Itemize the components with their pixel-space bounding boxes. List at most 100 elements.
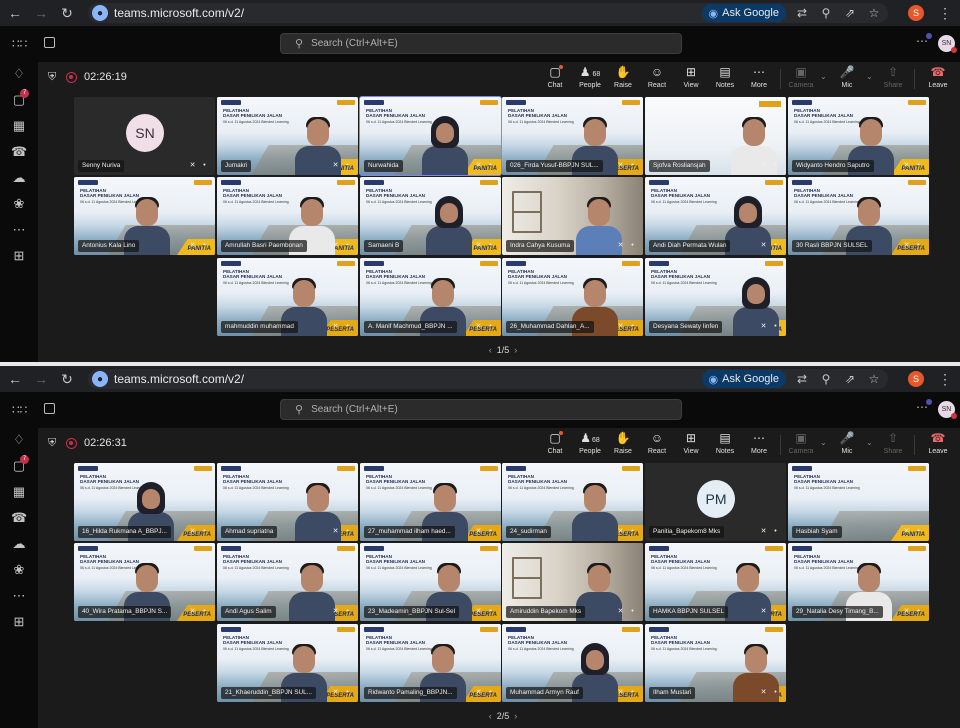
previous-page-icon[interactable]: ‹	[489, 345, 492, 355]
browser-menu-icon[interactable]: ⋮	[938, 371, 952, 388]
app-launcher-icon[interactable]: ∷∷	[12, 37, 27, 51]
participant-tile[interactable]: PELATIHAN DASAR PENILIKAN JALAN 06 s.d. 11…	[74, 463, 215, 541]
mic-button[interactable]: 🎤 Mic	[830, 431, 864, 459]
participant-tile[interactable]: SN Senny Nuriva ✕ •	[74, 97, 215, 175]
participant-tile[interactable]: PELATIHAN DASAR PENILIKAN JALAN 06 s.d. 11…	[217, 624, 358, 702]
ask-google-button[interactable]: ◉ Ask Google	[701, 370, 786, 388]
camera-options-chevron-icon[interactable]: ⌄	[820, 72, 827, 81]
back-icon[interactable]: ←	[4, 368, 26, 390]
more-options-icon[interactable]: •	[200, 161, 209, 171]
more-options-icon[interactable]: •	[343, 527, 352, 537]
view-button[interactable]: ⊞ View	[674, 65, 708, 93]
participant-tile[interactable]: PELATIHAN DASAR PENILIKAN JALAN 06 s.d. 11…	[217, 543, 358, 621]
more-options-icon[interactable]: •	[628, 688, 637, 698]
participant-tile[interactable]: PELATIHAN DASAR PENILIKAN JALAN 06 s.d. 11…	[360, 624, 501, 702]
previous-page-icon[interactable]: ‹	[489, 711, 492, 721]
notes-button[interactable]: ▤ Notes	[708, 431, 742, 459]
user-avatar[interactable]: SN	[938, 401, 957, 419]
view-button[interactable]: ⊞ View	[674, 431, 708, 459]
participant-tile[interactable]: PELATIHAN DASAR PENILIKAN JALAN 06 s.d. 11…	[359, 96, 502, 176]
mic-options-chevron-icon[interactable]: ⌄	[866, 72, 873, 81]
more-button[interactable]: ⋯ More	[742, 65, 776, 93]
leave-button[interactable]: ☎ Leave	[921, 431, 955, 459]
bookmark-star-icon[interactable]: ☆	[864, 369, 884, 389]
more-options-icon[interactable]: •	[486, 688, 495, 698]
participant-tile[interactable]: PELATIHAN DASAR PENILIKAN JALAN 06 s.d. 11…	[217, 97, 358, 175]
forward-icon[interactable]: →	[30, 2, 52, 24]
participant-tile[interactable]: PM Panitia_Bapekom8 Mks ✕ •	[645, 463, 786, 541]
reload-icon[interactable]: ↻	[56, 368, 78, 390]
participant-tile[interactable]: PELATIHAN DASAR PENILIKAN JALAN 06 s.d. 11…	[360, 463, 501, 541]
react-button[interactable]: ☺ React	[640, 65, 674, 93]
chat-button[interactable]: ▢ Chat	[538, 431, 572, 459]
more-options-icon[interactable]: •	[200, 241, 209, 251]
more-options-icon[interactable]: •	[343, 241, 352, 251]
raise-hand-button[interactable]: ✋ Raise	[606, 431, 640, 459]
participant-tile[interactable]: Amiruddin Bapekom Mks ✕ •	[502, 543, 643, 621]
next-page-icon[interactable]: ›	[514, 345, 517, 355]
back-icon[interactable]: ←	[4, 2, 26, 24]
calendar-icon[interactable]: ▦	[11, 118, 27, 134]
onedrive-cloud-icon[interactable]: ☁	[11, 170, 27, 186]
participant-tile[interactable]: PELATIHAN DASAR PENILIKAN JALAN 06 s.d. 11…	[645, 177, 786, 255]
camera-button[interactable]: ▣ Camera	[784, 65, 818, 93]
more-options-icon[interactable]: •	[486, 527, 495, 537]
site-info-icon[interactable]: ●	[92, 5, 108, 21]
more-options-icon[interactable]: •	[771, 322, 780, 332]
participant-tile[interactable]: PELATIHAN DASAR PENILIKAN JALAN 06 s.d. 11…	[788, 97, 929, 175]
more-options-icon[interactable]: •	[200, 607, 209, 617]
calls-icon[interactable]: ☎	[11, 144, 27, 160]
browser-profile-avatar[interactable]: S	[908, 371, 924, 387]
people-button[interactable]: ♟68 People	[573, 65, 607, 93]
more-options-icon[interactable]: •	[914, 161, 923, 171]
forward-icon[interactable]: →	[30, 368, 52, 390]
participant-tile[interactable]: PELATIHAN DASAR PENILIKAN JALAN 06 s.d. 11…	[502, 624, 643, 702]
participant-tile[interactable]: PELATIHAN DASAR PENILIKAN JALAN 06 s.d. 11…	[502, 463, 643, 541]
more-options-icon[interactable]: •	[628, 607, 637, 617]
participant-tile[interactable]: PELATIHAN DASAR PENILIKAN JALAN 06 s.d. 11…	[360, 543, 501, 621]
camera-button[interactable]: ▣ Camera	[784, 431, 818, 459]
more-options-icon[interactable]: •	[914, 607, 923, 617]
teams-search-input[interactable]: ⚲ Search (Ctrl+Alt+E)	[280, 33, 682, 54]
more-options-icon[interactable]: •	[914, 527, 923, 537]
leave-button[interactable]: ☎ Leave	[921, 65, 955, 93]
zoom-icon[interactable]: ⚲	[816, 369, 836, 389]
participant-tile[interactable]: PELATIHAN DASAR PENILIKAN JALAN 06 s.d. 11…	[360, 258, 501, 336]
sidebar-toggle-icon[interactable]	[44, 37, 55, 48]
more-options-icon[interactable]: •	[771, 607, 780, 617]
more-apps-icon[interactable]: ⋯	[11, 588, 27, 604]
more-options-icon[interactable]: •	[343, 161, 352, 171]
site-info-icon[interactable]: ●	[92, 371, 108, 387]
participant-tile[interactable]: PELATIHAN DASAR PENILIKAN JALAN 06 s.d. 11…	[645, 543, 786, 621]
more-options-icon[interactable]: •	[486, 322, 495, 332]
url-text[interactable]: teams.microsoft.com/v2/	[114, 372, 702, 386]
more-options-icon[interactable]: •	[914, 241, 923, 251]
more-options-icon[interactable]: •	[343, 322, 352, 332]
participant-tile[interactable]: Sjofva Rosliansjah ✕ •	[645, 97, 786, 175]
participant-tile[interactable]: PELATIHAN DASAR PENILIKAN JALAN 06 s.d. 11…	[217, 258, 358, 336]
more-options-icon[interactable]: •	[486, 241, 495, 251]
activity-bell-icon[interactable]: ♢	[11, 66, 27, 82]
install-app-icon[interactable]: ⇗	[840, 3, 860, 23]
install-app-icon[interactable]: ⇗	[840, 369, 860, 389]
browser-profile-avatar[interactable]: S	[908, 5, 924, 21]
mic-options-chevron-icon[interactable]: ⌄	[866, 438, 873, 447]
ask-google-button[interactable]: ◉ Ask Google	[701, 4, 786, 22]
more-options-icon[interactable]: •	[628, 527, 637, 537]
copilot-icon[interactable]: ❀	[11, 562, 27, 578]
more-options-icon[interactable]: •	[343, 607, 352, 617]
participant-tile[interactable]: PELATIHAN DASAR PENILIKAN JALAN 06 s.d. 11…	[502, 97, 643, 175]
more-options-icon[interactable]: •	[771, 241, 780, 251]
onedrive-cloud-icon[interactable]: ☁	[11, 536, 27, 552]
app-launcher-icon[interactable]: ∷∷	[12, 403, 27, 417]
more-options-icon[interactable]: •	[771, 527, 780, 537]
participant-tile[interactable]: PELATIHAN DASAR PENILIKAN JALAN 06 s.d. 11…	[645, 624, 786, 702]
address-bar[interactable]: ● teams.microsoft.com/v2/ ◉ Ask Google ⇄ …	[88, 369, 888, 389]
share-button[interactable]: ⇧ Share	[876, 431, 910, 459]
more-button[interactable]: ⋯ More	[742, 431, 776, 459]
react-button[interactable]: ☺ React	[640, 431, 674, 459]
participant-tile[interactable]: PELATIHAN DASAR PENILIKAN JALAN 06 s.d. 11…	[788, 543, 929, 621]
more-options-icon[interactable]: •	[200, 527, 209, 537]
chat-button[interactable]: ▢ Chat	[538, 65, 572, 93]
calls-icon[interactable]: ☎	[11, 510, 27, 526]
